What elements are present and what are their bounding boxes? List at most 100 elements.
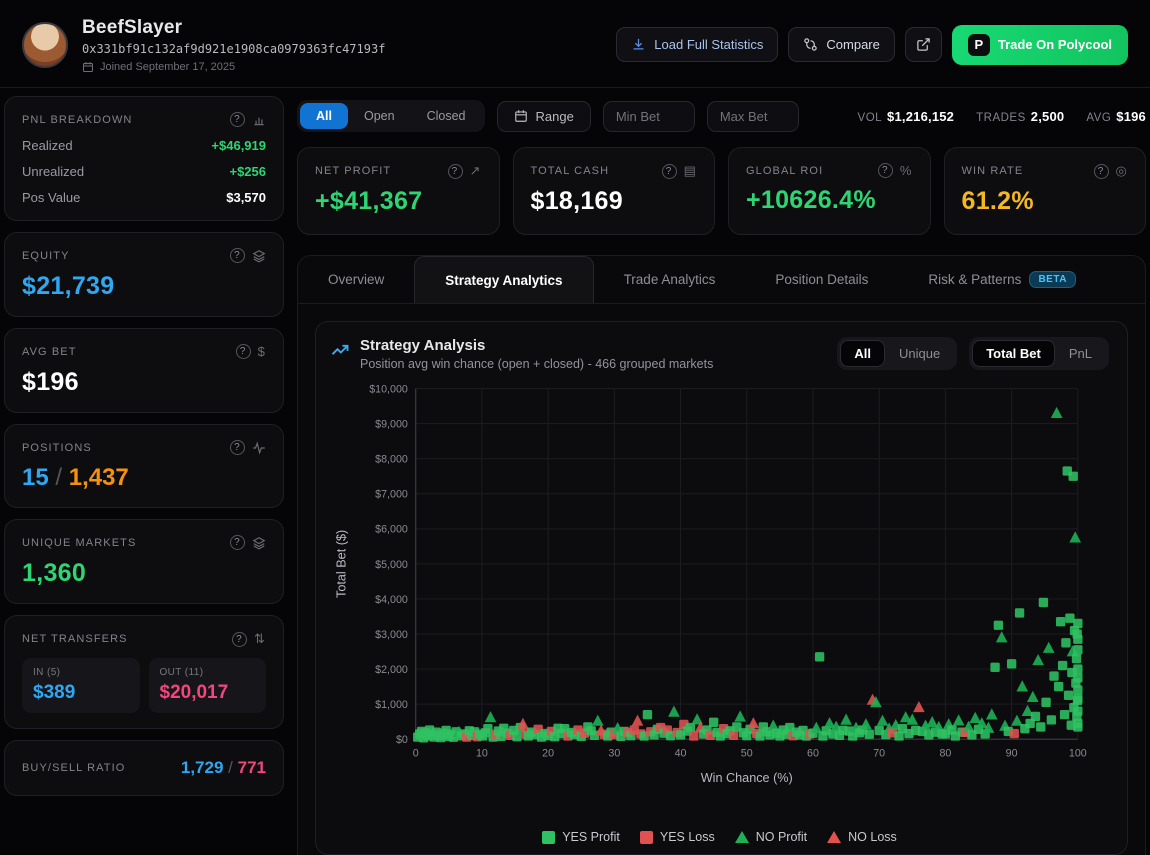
- scatter-point-yes-profit[interactable]: [1039, 598, 1048, 607]
- scatter-point-no-profit[interactable]: [840, 714, 852, 725]
- scatter-point-no-profit[interactable]: [810, 722, 822, 733]
- help-icon[interactable]: ?: [236, 344, 251, 359]
- unique-markets-card: UNIQUE MARKETS ? 1,360: [4, 519, 284, 604]
- scatter-point-no-profit[interactable]: [1027, 691, 1039, 702]
- scatter-point-no-profit[interactable]: [926, 716, 938, 727]
- date-range-button[interactable]: Range: [497, 101, 591, 132]
- scatter-point-no-profit[interactable]: [877, 715, 889, 726]
- x-tick-label: 30: [608, 748, 620, 760]
- scatter-point-yes-profit[interactable]: [1069, 472, 1078, 481]
- scatter-point-no-loss[interactable]: [913, 701, 925, 712]
- scatter-point-yes-profit[interactable]: [1056, 617, 1065, 626]
- scatter-point-no-profit[interactable]: [668, 705, 680, 716]
- pnl-breakdown-card: PNL BREAKDOWN ? Realized +$46,919Unreali…: [4, 96, 284, 221]
- help-icon[interactable]: ?: [230, 440, 245, 455]
- scatter-point-yes-profit[interactable]: [1058, 661, 1067, 670]
- scatter-point-yes-profit[interactable]: [1073, 645, 1082, 654]
- scatter-point-yes-profit[interactable]: [1072, 654, 1081, 663]
- scatter-point-yes-profit[interactable]: [1073, 694, 1082, 703]
- scatter-point-no-profit[interactable]: [986, 708, 998, 719]
- scatter-point-no-loss[interactable]: [632, 715, 644, 726]
- equity-label: EQUITY: [22, 250, 70, 262]
- scatter-point-no-profit[interactable]: [1043, 642, 1055, 653]
- tab-risk-patterns[interactable]: Risk & PatternsBETA: [898, 256, 1106, 303]
- scatter-point-yes-loss[interactable]: [689, 731, 698, 740]
- help-icon[interactable]: ?: [662, 164, 677, 179]
- scatter-point-yes-profit[interactable]: [1073, 685, 1082, 694]
- help-icon[interactable]: ?: [230, 248, 245, 263]
- help-icon[interactable]: ?: [232, 632, 247, 647]
- scatter-point-yes-loss[interactable]: [1010, 729, 1019, 738]
- toggle-pnl[interactable]: PnL: [1055, 340, 1106, 367]
- scatter-point-yes-profit[interactable]: [1047, 715, 1056, 724]
- scatter-point-yes-profit[interactable]: [1061, 638, 1070, 647]
- calendar-icon: [514, 109, 528, 123]
- scatter-point-no-loss[interactable]: [748, 717, 760, 728]
- scatter-point-no-profit[interactable]: [691, 713, 703, 724]
- external-link-button[interactable]: [905, 27, 942, 62]
- scatter-point-yes-profit[interactable]: [815, 652, 824, 661]
- max-bet-input[interactable]: [707, 101, 799, 132]
- tab-strategy-analytics[interactable]: Strategy Analytics: [414, 256, 593, 303]
- chart-title: Strategy Analysis: [360, 337, 713, 354]
- compare-button[interactable]: Compare: [788, 27, 894, 62]
- scatter-point-yes-profit[interactable]: [1073, 706, 1082, 715]
- scatter-point-yes-profit[interactable]: [1073, 673, 1082, 682]
- tab-trade-analytics[interactable]: Trade Analytics: [594, 256, 746, 303]
- scatter-point-yes-profit[interactable]: [990, 663, 999, 672]
- tab-overview[interactable]: Overview: [298, 256, 414, 303]
- trade-on-polycool-button[interactable]: P Trade On Polycool: [952, 25, 1128, 65]
- scatter-point-no-profit[interactable]: [592, 715, 604, 726]
- scatter-point-no-profit[interactable]: [1051, 407, 1063, 418]
- equity-card: EQUITY ? $21,739: [4, 232, 284, 317]
- min-bet-input[interactable]: [603, 101, 695, 132]
- scatter-point-yes-profit[interactable]: [1007, 659, 1016, 668]
- scatter-point-yes-profit[interactable]: [1073, 635, 1082, 644]
- scatter-point-yes-loss[interactable]: [729, 731, 738, 740]
- scatter-point-yes-profit[interactable]: [1065, 614, 1074, 623]
- scatter-point-yes-profit[interactable]: [1054, 682, 1063, 691]
- help-icon[interactable]: ?: [230, 112, 245, 127]
- load-full-statistics-button[interactable]: Load Full Statistics: [616, 27, 778, 62]
- help-icon[interactable]: ?: [230, 535, 245, 550]
- transfers-in-box: IN (5) $389: [22, 658, 140, 713]
- scatter-chart[interactable]: $0$1,000$2,000$3,000$4,000$5,000$6,000$7…: [330, 371, 1109, 823]
- help-icon[interactable]: ?: [448, 164, 463, 179]
- tab-position-details[interactable]: Position Details: [745, 256, 898, 303]
- scatter-point-no-profit[interactable]: [485, 711, 497, 722]
- segment-closed[interactable]: Closed: [411, 103, 482, 129]
- scatter-point-yes-profit[interactable]: [1036, 722, 1045, 731]
- help-icon[interactable]: ?: [878, 163, 893, 178]
- scatter-point-no-profit[interactable]: [1032, 654, 1044, 665]
- scatter-point-no-profit[interactable]: [996, 631, 1008, 642]
- scatter-point-yes-profit[interactable]: [1049, 671, 1058, 680]
- scatter-point-yes-profit[interactable]: [512, 732, 521, 741]
- toggle-unique[interactable]: Unique: [885, 340, 954, 367]
- scatter-point-yes-profit[interactable]: [709, 718, 718, 727]
- scatter-point-no-profit[interactable]: [1069, 531, 1081, 542]
- scatter-point-yes-profit[interactable]: [994, 621, 1003, 630]
- scatter-point-yes-profit[interactable]: [1064, 691, 1073, 700]
- scatter-point-no-profit[interactable]: [1016, 680, 1028, 691]
- scatter-point-yes-profit[interactable]: [1060, 710, 1069, 719]
- scatter-point-yes-profit[interactable]: [1073, 722, 1082, 731]
- avatar: [22, 22, 68, 68]
- scatter-point-yes-profit[interactable]: [1041, 698, 1050, 707]
- toggle-total-bet[interactable]: Total Bet: [972, 340, 1055, 367]
- scatter-point-yes-profit[interactable]: [1015, 608, 1024, 617]
- segment-all[interactable]: All: [300, 103, 348, 129]
- pnl-row-value: +$46,919: [211, 138, 266, 153]
- scatter-point-yes-profit[interactable]: [1073, 619, 1082, 628]
- scatter-point-yes-profit[interactable]: [865, 730, 874, 739]
- scatter-point-no-profit[interactable]: [969, 712, 981, 723]
- help-icon[interactable]: ?: [1094, 164, 1109, 179]
- scatter-point-yes-profit[interactable]: [643, 710, 652, 719]
- scatter-point-yes-profit[interactable]: [1073, 664, 1082, 673]
- scatter-point-no-profit[interactable]: [860, 718, 872, 729]
- toggle-all[interactable]: All: [840, 340, 885, 367]
- scatter-point-no-profit[interactable]: [953, 714, 965, 725]
- chart-subtitle: Position avg win chance (open + closed) …: [360, 357, 713, 371]
- segment-open[interactable]: Open: [348, 103, 411, 129]
- scatter-point-no-profit[interactable]: [734, 710, 746, 721]
- scatter-point-yes-profit[interactable]: [1031, 712, 1040, 721]
